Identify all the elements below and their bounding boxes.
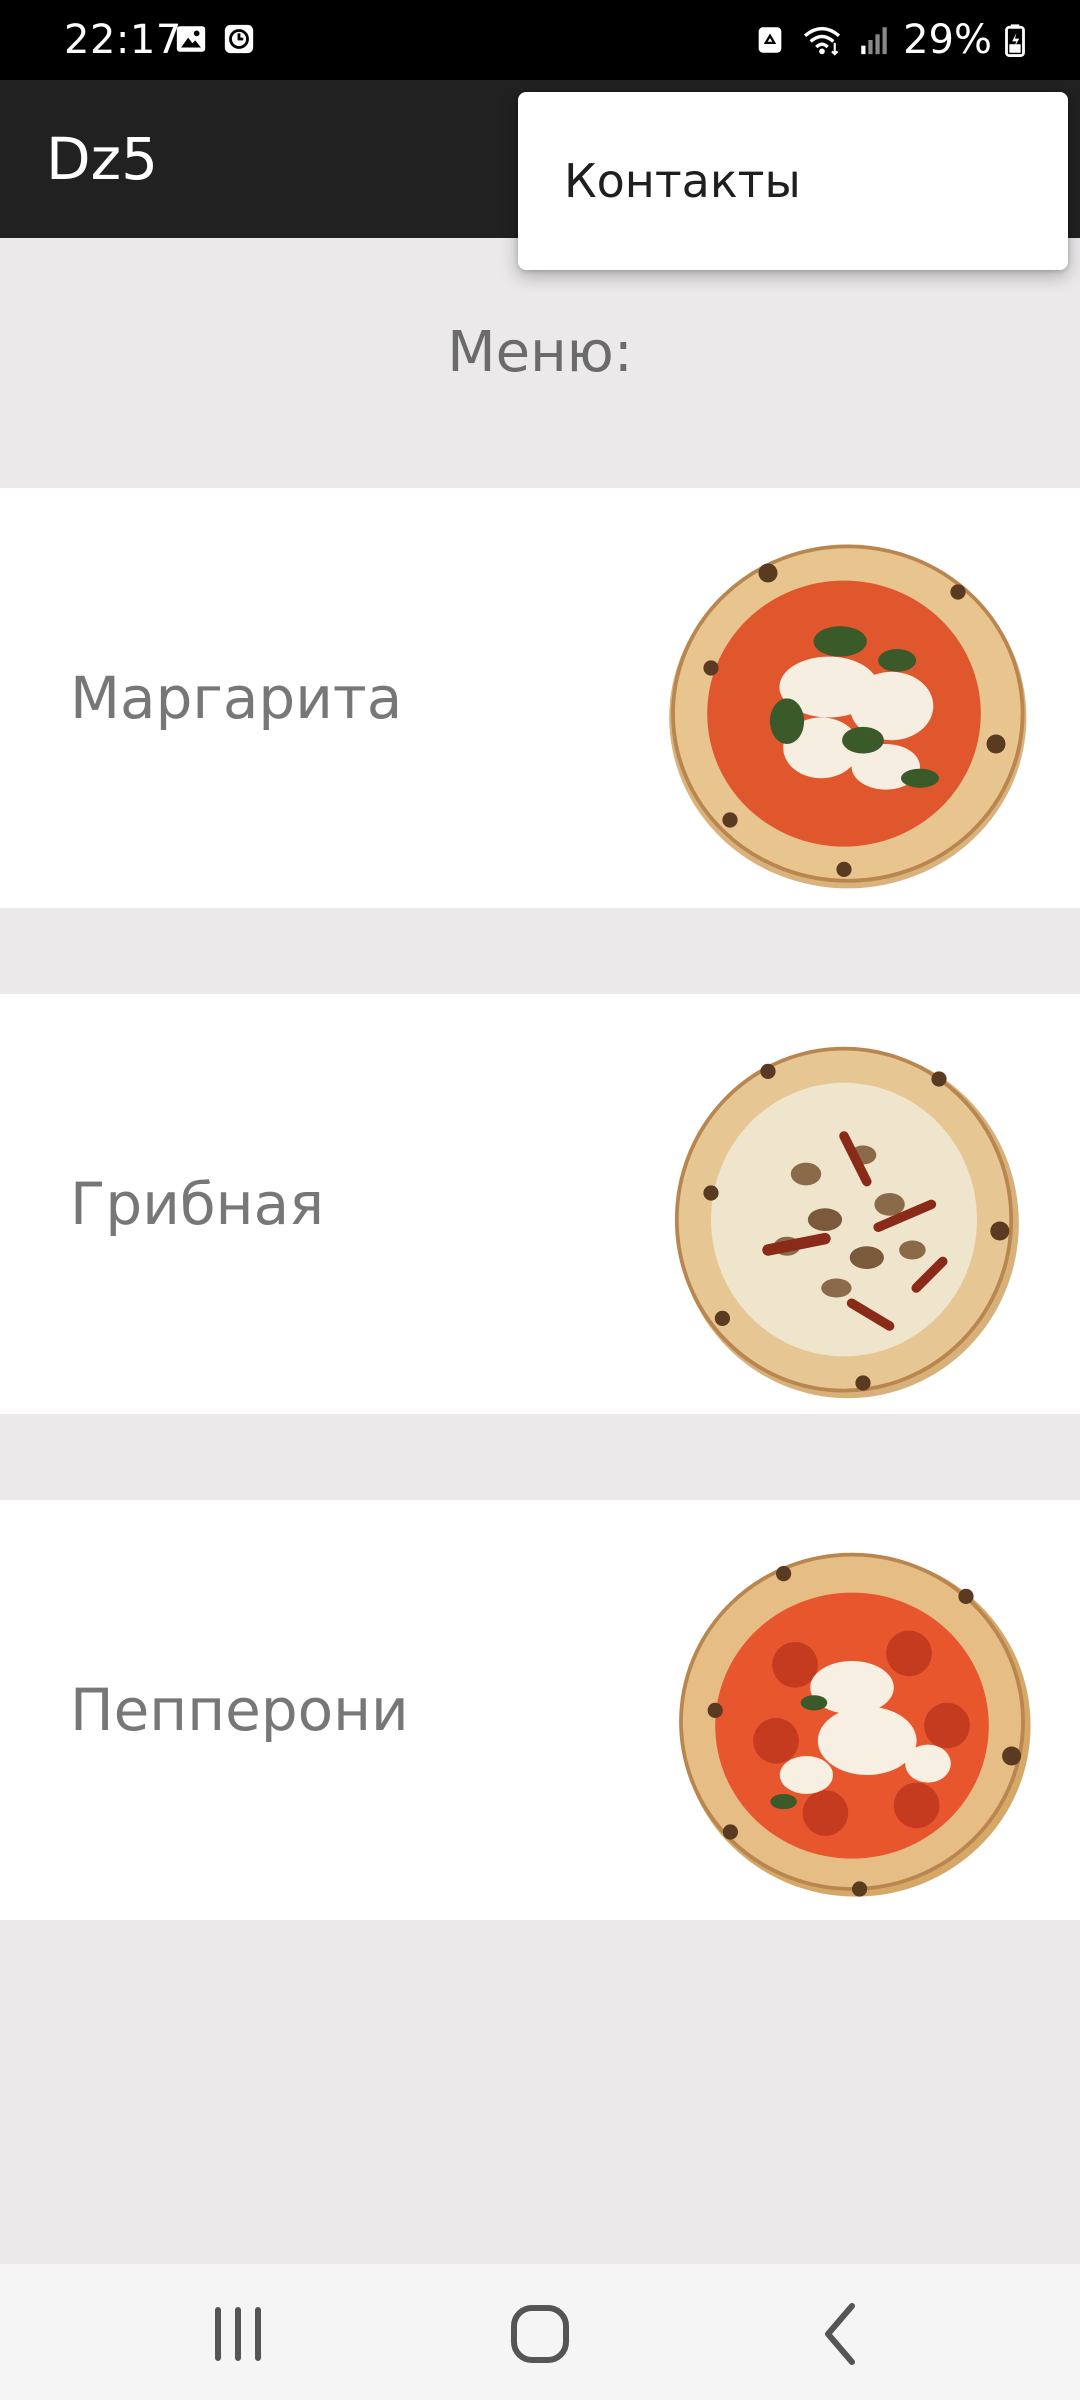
system-navigation-bar bbox=[0, 2264, 1080, 2400]
menu-item-contacts[interactable]: Контакты bbox=[518, 92, 1068, 270]
status-right-icons: 29% bbox=[753, 14, 1026, 66]
battery-percent: 29% bbox=[903, 17, 992, 63]
recycle-icon bbox=[758, 27, 782, 53]
menu-heading: Меню: bbox=[447, 320, 633, 385]
home-icon[interactable] bbox=[500, 2294, 580, 2374]
overflow-menu: Контакты bbox=[518, 92, 1068, 270]
pepperoni-pizza-image bbox=[679, 1552, 1031, 1897]
battery-icon bbox=[1005, 24, 1025, 57]
signal-icon bbox=[861, 27, 887, 55]
margherita-pizza-image bbox=[669, 544, 1027, 889]
pizza-card-margherita[interactable]: Маргарита bbox=[0, 488, 1080, 908]
status-left-icons bbox=[174, 22, 256, 56]
mushroom-pizza-image bbox=[674, 1046, 1019, 1399]
wifi-icon bbox=[804, 26, 841, 56]
pizza-card-pepperoni[interactable]: Пепперони bbox=[0, 1500, 1080, 1920]
pizza-name: Грибная bbox=[70, 1170, 325, 1238]
clock-icon bbox=[224, 24, 254, 54]
status-bar: 22:17 29% bbox=[0, 0, 1080, 80]
gallery-icon bbox=[176, 26, 206, 52]
status-time: 22:17 bbox=[64, 17, 182, 63]
back-icon[interactable] bbox=[802, 2294, 882, 2374]
pizza-card-mushroom[interactable]: Грибная bbox=[0, 994, 1080, 1414]
app-title: Dz5 bbox=[46, 125, 159, 193]
pizza-name: Маргарита bbox=[70, 664, 403, 732]
recent-apps-icon[interactable] bbox=[198, 2294, 278, 2374]
pizza-name: Пепперони bbox=[70, 1676, 409, 1744]
